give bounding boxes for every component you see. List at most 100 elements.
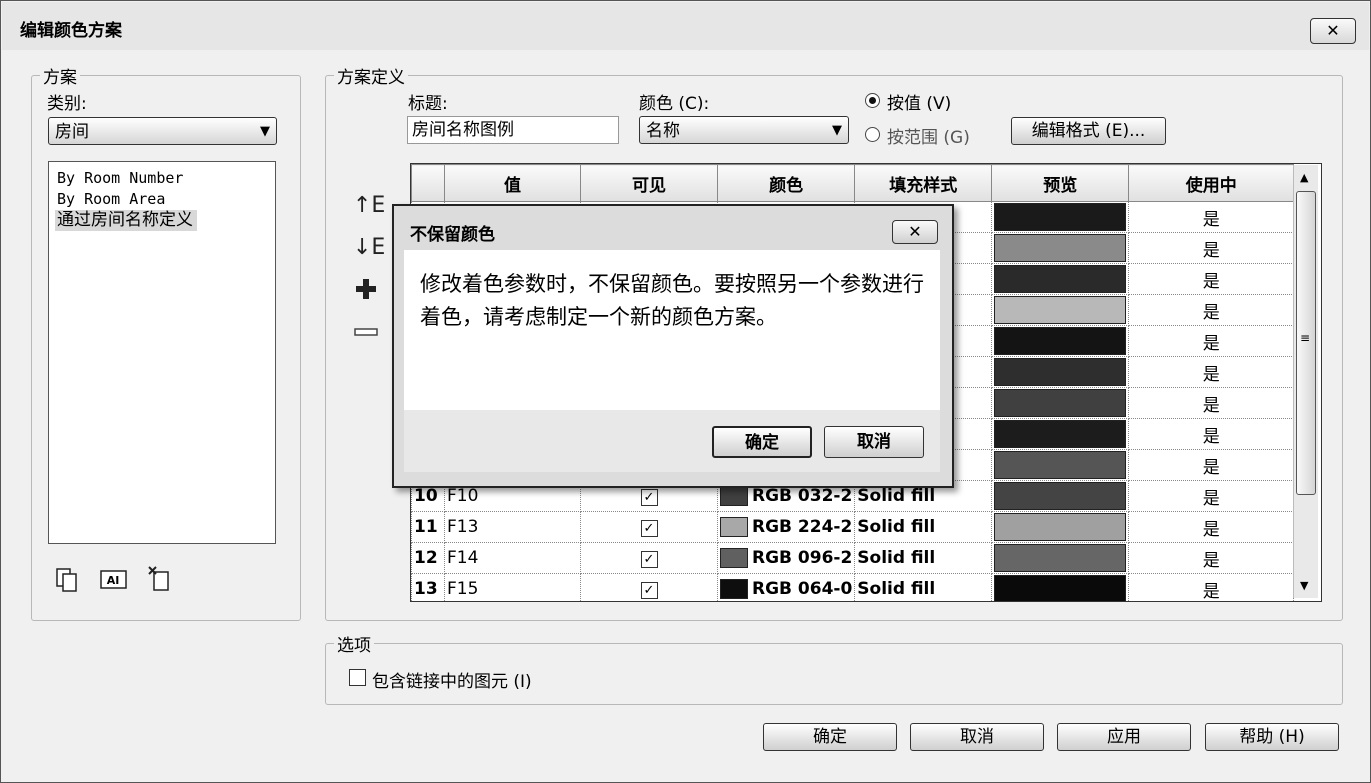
modal-cancel-button[interactable]: 取消: [824, 426, 924, 458]
modal-title: 不保留颜色: [410, 225, 495, 245]
column-header-value[interactable]: 值: [444, 164, 581, 202]
in-use-cell: 是: [1128, 294, 1295, 326]
visible-checkbox[interactable]: ✓: [640, 551, 658, 568]
column-header-in-use[interactable]: 使用中: [1128, 164, 1295, 202]
scroll-down-arrow-icon[interactable]: ▼: [1300, 579, 1308, 592]
scroll-up-arrow-icon[interactable]: ▲: [1300, 171, 1308, 184]
title-label: 标题:: [408, 94, 448, 114]
scheme-list-item[interactable]: By Room Number: [49, 168, 275, 189]
do-not-keep-colors-dialog: 不保留颜色 ✕ 修改着色参数时，不保留颜色。要按照另一个参数进行着色，请考虑制定…: [392, 204, 954, 488]
preview-cell: [991, 480, 1130, 512]
move-row-down-icon[interactable]: ↓E: [353, 235, 385, 260]
scheme-list-item-selected[interactable]: 通过房间名称定义: [55, 210, 197, 231]
scheme-list[interactable]: By Room Number By Room Area 通过房间名称定义: [48, 161, 276, 544]
visible-cell[interactable]: ✓: [580, 511, 718, 543]
in-use-cell: 是: [1128, 511, 1295, 543]
color-parameter-select[interactable]: 名称 ▼: [639, 116, 849, 144]
window-title: 编辑颜色方案: [20, 21, 122, 41]
column-header-preview[interactable]: 预览: [991, 164, 1130, 202]
color-value-text: RGB 224-2: [752, 517, 853, 537]
options-group-legend: 选项: [337, 636, 371, 656]
in-use-cell: 是: [1128, 542, 1295, 574]
column-header-color[interactable]: 颜色: [716, 164, 856, 202]
column-header-visible[interactable]: 可见: [580, 164, 718, 202]
apply-button[interactable]: 应用: [1057, 723, 1191, 751]
scrollbar-thumb[interactable]: ≡: [1296, 191, 1316, 495]
color-cell[interactable]: RGB 064-0: [716, 573, 856, 601]
by-value-radio[interactable]: [865, 93, 880, 108]
scheme-group-legend: 方案: [43, 68, 77, 88]
rename-scheme-icon[interactable]: AI: [100, 569, 128, 595]
cancel-button[interactable]: 取消: [910, 723, 1044, 751]
color-label: 颜色 (C):: [639, 94, 710, 114]
table-row[interactable]: 11 F13 ✓ RGB 224-2 Solid fill 是: [411, 511, 1295, 543]
in-use-cell: 是: [1128, 480, 1295, 512]
modal-body: 修改着色参数时，不保留颜色。要按照另一个参数进行着色，请考虑制定一个新的颜色方案…: [404, 250, 940, 410]
in-use-cell: 是: [1128, 232, 1295, 264]
color-cell[interactable]: RGB 224-2: [716, 511, 856, 543]
visible-checkbox[interactable]: ✓: [640, 520, 658, 537]
color-swatch: [720, 548, 748, 568]
preview-swatch: [994, 513, 1127, 541]
visible-checkbox[interactable]: ✓: [640, 582, 658, 599]
preview-cell: [991, 418, 1130, 450]
chevron-down-icon: ▼: [260, 124, 270, 139]
color-cell[interactable]: RGB 096-2: [716, 542, 856, 574]
scheme-definition-legend: 方案定义: [337, 68, 405, 88]
in-use-cell: 是: [1128, 356, 1295, 388]
scheme-list-item[interactable]: By Room Area: [49, 189, 275, 210]
window-close-button[interactable]: ✕: [1310, 18, 1356, 44]
title-bar: 编辑颜色方案 ✕: [2, 2, 1369, 50]
visible-cell[interactable]: ✓: [580, 573, 718, 601]
color-swatch: [720, 517, 748, 537]
preview-cell: [991, 387, 1130, 419]
preview-swatch: [994, 203, 1127, 231]
color-swatch: [720, 579, 748, 599]
include-linked-checkbox[interactable]: [349, 669, 366, 686]
row-number-cell: 13: [411, 573, 445, 601]
value-cell[interactable]: F14: [444, 542, 581, 574]
title-input[interactable]: 房间名称图例: [407, 116, 619, 144]
table-row[interactable]: 12 F14 ✓ RGB 096-2 Solid fill 是: [411, 542, 1295, 574]
fill-pattern-cell[interactable]: Solid fill: [854, 511, 993, 543]
category-select[interactable]: 房间 ▼: [48, 117, 277, 145]
preview-swatch: [994, 296, 1127, 324]
preview-cell: [991, 263, 1130, 295]
visible-cell[interactable]: ✓: [580, 542, 718, 574]
preview-swatch: [994, 234, 1127, 262]
color-value-text: RGB 064-0: [752, 579, 853, 599]
add-value-icon[interactable]: [354, 277, 378, 305]
in-use-cell: 是: [1128, 263, 1295, 295]
by-range-radio[interactable]: [865, 127, 880, 142]
fill-pattern-cell[interactable]: Solid fill: [854, 542, 993, 574]
preview-cell: [991, 449, 1130, 481]
table-row[interactable]: 13 F15 ✓ RGB 064-0 Solid fill 是: [411, 573, 1295, 601]
row-number-cell: 12: [411, 542, 445, 574]
preview-cell: [991, 201, 1130, 233]
modal-close-icon[interactable]: ✕: [892, 220, 938, 244]
column-header-fill-pattern[interactable]: 填充样式: [854, 164, 993, 202]
table-vertical-scrollbar[interactable]: ▲ ≡ ▼: [1293, 165, 1318, 598]
value-cell[interactable]: F15: [444, 573, 581, 601]
preview-swatch: [994, 575, 1127, 601]
preview-cell: [991, 542, 1130, 574]
preview-cell: [991, 232, 1130, 264]
fill-pattern-cell[interactable]: Solid fill: [854, 573, 993, 601]
edit-format-button[interactable]: 编辑格式 (E)...: [1011, 117, 1166, 145]
preview-swatch: [994, 451, 1127, 479]
in-use-cell: 是: [1128, 573, 1295, 601]
preview-swatch: [994, 482, 1127, 510]
delete-scheme-icon[interactable]: [147, 565, 173, 597]
preview-swatch: [994, 358, 1127, 386]
by-value-label: 按值 (V): [887, 94, 952, 114]
duplicate-scheme-icon[interactable]: [55, 567, 81, 597]
grip-icon: ≡: [1300, 331, 1311, 345]
move-row-up-icon[interactable]: ↑E: [353, 193, 385, 218]
ok-button[interactable]: 确定: [763, 723, 897, 751]
help-button[interactable]: 帮助 (H): [1205, 723, 1339, 751]
visible-checkbox[interactable]: ✓: [640, 489, 658, 506]
modal-ok-button[interactable]: 确定: [712, 426, 812, 458]
in-use-cell: 是: [1128, 449, 1295, 481]
value-cell[interactable]: F13: [444, 511, 581, 543]
remove-value-icon[interactable]: [354, 323, 378, 342]
